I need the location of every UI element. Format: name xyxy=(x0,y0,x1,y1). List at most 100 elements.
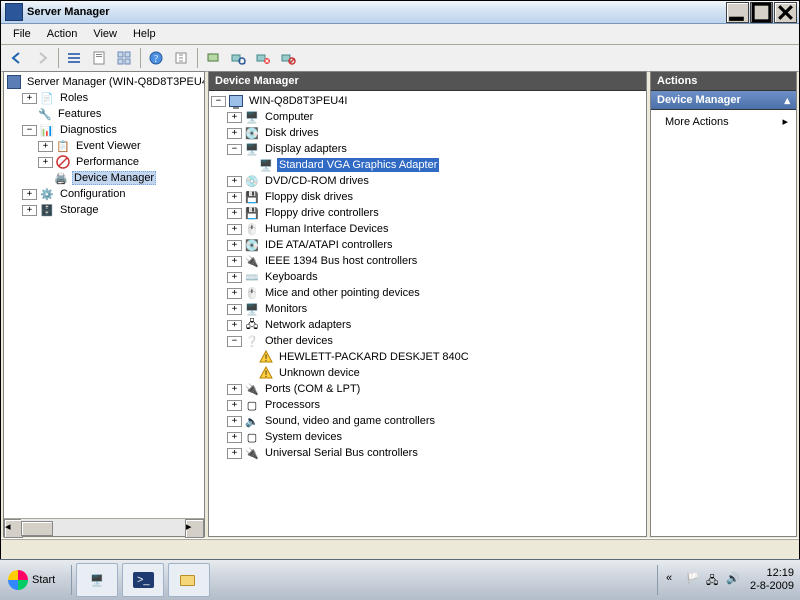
expand-icon[interactable]: + xyxy=(227,384,242,395)
toolbar-device-icon[interactable] xyxy=(201,46,225,70)
scan-hardware-icon[interactable] xyxy=(226,46,250,70)
menu-file[interactable]: File xyxy=(5,26,39,42)
taskbar-item-explorer[interactable] xyxy=(168,563,210,597)
device-category[interactable]: +⌨️Keyboards xyxy=(227,269,646,285)
device-category[interactable]: +🔌Ports (COM & LPT) xyxy=(227,381,646,397)
taskbar-item-powershell[interactable]: >_ xyxy=(122,563,164,597)
tree-event-viewer[interactable]: +📋Event Viewer xyxy=(38,138,204,154)
toolbar-export-icon[interactable] xyxy=(169,46,193,70)
expand-icon[interactable]: + xyxy=(227,192,242,203)
expand-icon[interactable]: + xyxy=(227,432,242,443)
tray-flag-icon[interactable]: 🏳️ xyxy=(686,572,702,588)
device-category[interactable]: +💾Floppy drive controllers xyxy=(227,205,646,221)
device-category[interactable]: +💾Floppy disk drives xyxy=(227,189,646,205)
device-category[interactable]: +💽Disk drives xyxy=(227,125,646,141)
expand-icon[interactable]: + xyxy=(227,240,242,251)
device-category-label: Other devices xyxy=(263,334,335,348)
collapse-icon[interactable]: − xyxy=(227,336,242,347)
device-category[interactable]: +🖥️Monitors xyxy=(227,301,646,317)
disable-icon[interactable] xyxy=(276,46,300,70)
device-category[interactable]: +🖱️Human Interface Devices xyxy=(227,221,646,237)
device-category[interactable]: +💽IDE ATA/ATAPI controllers xyxy=(227,237,646,253)
expand-icon[interactable]: + xyxy=(227,320,242,331)
tree-roles[interactable]: +📄Roles xyxy=(22,90,204,106)
expand-icon[interactable]: + xyxy=(22,189,37,200)
tree-root[interactable]: Server Manager (WIN-Q8D8T3PEU4I) xyxy=(6,74,204,90)
forward-button[interactable] xyxy=(30,46,54,70)
tree-storage[interactable]: +🗄️Storage xyxy=(22,202,204,218)
tree-configuration[interactable]: +⚙️Configuration xyxy=(22,186,204,202)
tree-performance[interactable]: +Performance xyxy=(38,154,204,170)
more-actions-link[interactable]: More Actions ▸ xyxy=(651,110,796,133)
uninstall-icon[interactable] xyxy=(251,46,275,70)
collapse-icon[interactable]: − xyxy=(22,125,37,136)
actions-section-header[interactable]: Device Manager ▴ xyxy=(651,91,796,110)
menu-action[interactable]: Action xyxy=(39,26,86,42)
menu-help[interactable]: Help xyxy=(125,26,164,42)
device-category[interactable]: +🖱️Mice and other pointing devices xyxy=(227,285,646,301)
expand-icon[interactable]: + xyxy=(227,272,242,283)
expand-icon[interactable]: + xyxy=(227,224,242,235)
device-category[interactable]: +▢System devices xyxy=(227,429,646,445)
device-item[interactable]: !Unknown device xyxy=(243,365,646,381)
menu-view[interactable]: View xyxy=(85,26,125,42)
help-icon[interactable]: ? xyxy=(144,46,168,70)
device-category[interactable]: +🔈Sound, video and game controllers xyxy=(227,413,646,429)
device-category[interactable]: −❔Other devices xyxy=(227,333,646,349)
expand-icon[interactable]: + xyxy=(38,141,53,152)
expand-icon[interactable]: + xyxy=(227,288,242,299)
expand-icon[interactable]: + xyxy=(227,400,242,411)
device-category-label: IEEE 1394 Bus host controllers xyxy=(263,254,419,268)
expand-icon[interactable]: + xyxy=(22,93,37,104)
device-tree[interactable]: − WIN-Q8D8T3PEU4I +🖥️Computer+💽Disk driv… xyxy=(209,91,646,536)
expand-icon[interactable]: + xyxy=(227,256,242,267)
titlebar[interactable]: Server Manager xyxy=(1,1,799,24)
svg-text:!: ! xyxy=(265,353,268,363)
expand-icon[interactable]: + xyxy=(227,304,242,315)
taskbar-item-server-manager[interactable]: 🖥️ xyxy=(76,563,118,597)
device-category-icon: 💾 xyxy=(244,205,260,221)
device-category[interactable]: +💿DVD/CD-ROM drives xyxy=(227,173,646,189)
device-category[interactable]: −🖥️Display adapters xyxy=(227,141,646,157)
center-header: Device Manager xyxy=(209,72,646,91)
device-category[interactable]: +🖥️Computer xyxy=(227,109,646,125)
left-scrollbar[interactable]: ◂ ▸ xyxy=(4,518,204,536)
tray-volume-icon[interactable]: 🔊 xyxy=(726,572,742,588)
expand-icon[interactable]: + xyxy=(22,205,37,216)
server-icon xyxy=(6,74,22,90)
expand-icon[interactable]: + xyxy=(38,157,53,168)
tree-features[interactable]: 🔧Features xyxy=(22,106,204,122)
expand-icon[interactable]: + xyxy=(227,448,242,459)
device-category[interactable]: +🔌IEEE 1394 Bus host controllers xyxy=(227,253,646,269)
back-button[interactable] xyxy=(5,46,29,70)
device-item[interactable]: !HEWLETT-PACKARD DESKJET 840C xyxy=(243,349,646,365)
scroll-right-button[interactable]: ▸ xyxy=(185,519,204,538)
device-item-selected[interactable]: 🖥️Standard VGA Graphics Adapter xyxy=(243,157,646,173)
tree-device-manager[interactable]: 🖨️Device Manager xyxy=(38,170,204,186)
expand-icon[interactable]: + xyxy=(227,416,242,427)
scroll-thumb[interactable] xyxy=(21,521,53,536)
device-category[interactable]: +▢Processors xyxy=(227,397,646,413)
device-category[interactable]: +🔌Universal Serial Bus controllers xyxy=(227,445,646,461)
maximize-button[interactable] xyxy=(750,2,773,23)
clock[interactable]: 12:19 2-8-2009 xyxy=(750,567,794,593)
expand-icon[interactable]: + xyxy=(227,176,242,187)
toolbar-grid-icon[interactable] xyxy=(112,46,136,70)
device-root[interactable]: − WIN-Q8D8T3PEU4I xyxy=(211,93,646,109)
collapse-icon[interactable]: − xyxy=(211,96,226,107)
toolbar-view-icon[interactable] xyxy=(62,46,86,70)
start-button[interactable]: Start xyxy=(4,565,63,595)
close-button[interactable] xyxy=(774,2,797,23)
tray-expand-icon[interactable]: « xyxy=(666,572,682,588)
expand-icon[interactable]: + xyxy=(227,128,242,139)
console-tree[interactable]: Server Manager (WIN-Q8D8T3PEU4I) +📄Roles… xyxy=(4,72,204,518)
collapse-icon[interactable]: − xyxy=(227,144,242,155)
features-icon: 🔧 xyxy=(37,106,53,122)
minimize-button[interactable] xyxy=(726,2,749,23)
toolbar-props-icon[interactable] xyxy=(87,46,111,70)
expand-icon[interactable]: + xyxy=(227,208,242,219)
device-category[interactable]: +🖧Network adapters xyxy=(227,317,646,333)
expand-icon[interactable]: + xyxy=(227,112,242,123)
tray-network-icon[interactable]: 🖧 xyxy=(706,572,722,588)
tree-diagnostics[interactable]: −📊Diagnostics xyxy=(22,122,204,138)
